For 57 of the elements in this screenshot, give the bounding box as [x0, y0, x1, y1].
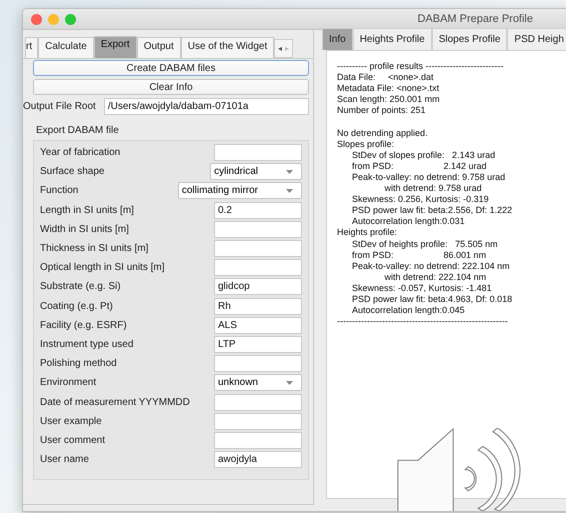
- info-text: ---------- profile results -------------------------- Data File: <none>.dat Metadata File: <none>.txt Scan length: 250.001 mm Number of points: 251 No detrending applied. Slopes profile: StDev of slopes profile: 2.143 urad from PSD: 2.142 urad Peak-to-valley: no detrend: 9.758 urad with detrend: 9.758 urad Skewness: 0.256, Kurtosis: -0.319 PSD power law fit: beta:2.556, Df: 1.222 Autocorrelation length:0.031 Heights profile: StDev of heights profile: 75.505 nm from PSD: 86.001 nm Peak-to-valley: no detrend: 222.104 nm with detrend: 222.104 nm Skewness: -0.057, Kurtosis: -1.481 PSD power law fit: beta:4.963, Df: 0.018 Autocorrelation length:0.045 ---------------------------------------------------------: [337, 61, 514, 328]
- input-field[interactable]: [214, 240, 302, 258]
- field-label: Instrument type used: [40, 338, 134, 350]
- input-field[interactable]: [214, 220, 302, 238]
- field-label: Environment: [40, 377, 96, 388]
- field-label: Thickness in SI units [m]: [40, 243, 148, 254]
- input-field[interactable]: /Users/awojdyla/dabam-07101a: [104, 98, 309, 115]
- tab[interactable]: Slopes Profile: [432, 28, 508, 50]
- field-label: Output File Root: [23, 101, 96, 112]
- dropdown[interactable]: collimating mirror: [178, 182, 302, 200]
- window-title: DABAM Prepare Profile: [417, 13, 533, 25]
- tab[interactable]: Heights Profile: [352, 28, 432, 50]
- push-button[interactable]: Clear Info: [33, 79, 309, 95]
- input-field[interactable]: [214, 144, 302, 162]
- field-label: Substrate (e.g. Si): [40, 281, 121, 292]
- caret-icon: [286, 380, 293, 385]
- tab[interactable]: Info: [322, 28, 353, 50]
- field-label: Date of measurement YYYMMDD: [40, 396, 190, 408]
- dropdown[interactable]: cylindrical: [210, 163, 302, 180]
- close-button[interactable]: [31, 14, 42, 24]
- input-field[interactable]: [214, 355, 302, 372]
- field-label: User comment: [40, 434, 106, 446]
- tab[interactable]: PSD Heigh: [507, 28, 566, 50]
- zoom-button[interactable]: [65, 14, 76, 24]
- scroll-left-arrow[interactable]: ◂: [278, 44, 282, 53]
- field-label: Optical length in SI units [m]: [40, 262, 165, 274]
- field-label: Function: [40, 185, 78, 196]
- caret-icon: [286, 170, 293, 174]
- field-label: Width in SI units [m]: [40, 224, 129, 235]
- input-field[interactable]: [214, 394, 302, 411]
- field-label: User example: [40, 416, 102, 427]
- tab[interactable]: Output: [136, 37, 181, 58]
- input-field[interactable]: glidcop: [214, 278, 302, 296]
- input-field[interactable]: awojdyla: [214, 451, 302, 468]
- tab[interactable]: Use of the Widget: [180, 37, 274, 58]
- dropdown[interactable]: unknown: [214, 374, 302, 392]
- field-label: Length in SI units [m]: [40, 204, 134, 216]
- input-field[interactable]: [214, 259, 302, 276]
- input-field[interactable]: ALS: [214, 316, 302, 334]
- field-label: Surface shape: [40, 166, 104, 178]
- tab[interactable]: rt: [25, 37, 38, 58]
- field-label: Facility (e.g. ESRF): [40, 320, 127, 331]
- field-label: Year of fabrication: [40, 147, 120, 158]
- input-field[interactable]: Rh: [214, 298, 302, 315]
- field-label: Polishing method: [40, 358, 117, 370]
- input-field[interactable]: LTP: [214, 336, 302, 353]
- minimize-button[interactable]: [48, 14, 59, 24]
- group-title: Export DABAM file: [36, 125, 120, 136]
- field-label: Coating (e.g. Pt): [40, 300, 113, 312]
- input-field[interactable]: [214, 412, 302, 430]
- tab[interactable]: Calculate: [38, 37, 94, 58]
- caret-icon: [286, 188, 293, 193]
- input-field[interactable]: [214, 432, 302, 449]
- push-button[interactable]: Create DABAM files: [33, 60, 309, 76]
- input-field[interactable]: 0.2: [214, 202, 302, 219]
- tab[interactable]: Export: [94, 36, 137, 58]
- field-label: User name: [40, 454, 89, 466]
